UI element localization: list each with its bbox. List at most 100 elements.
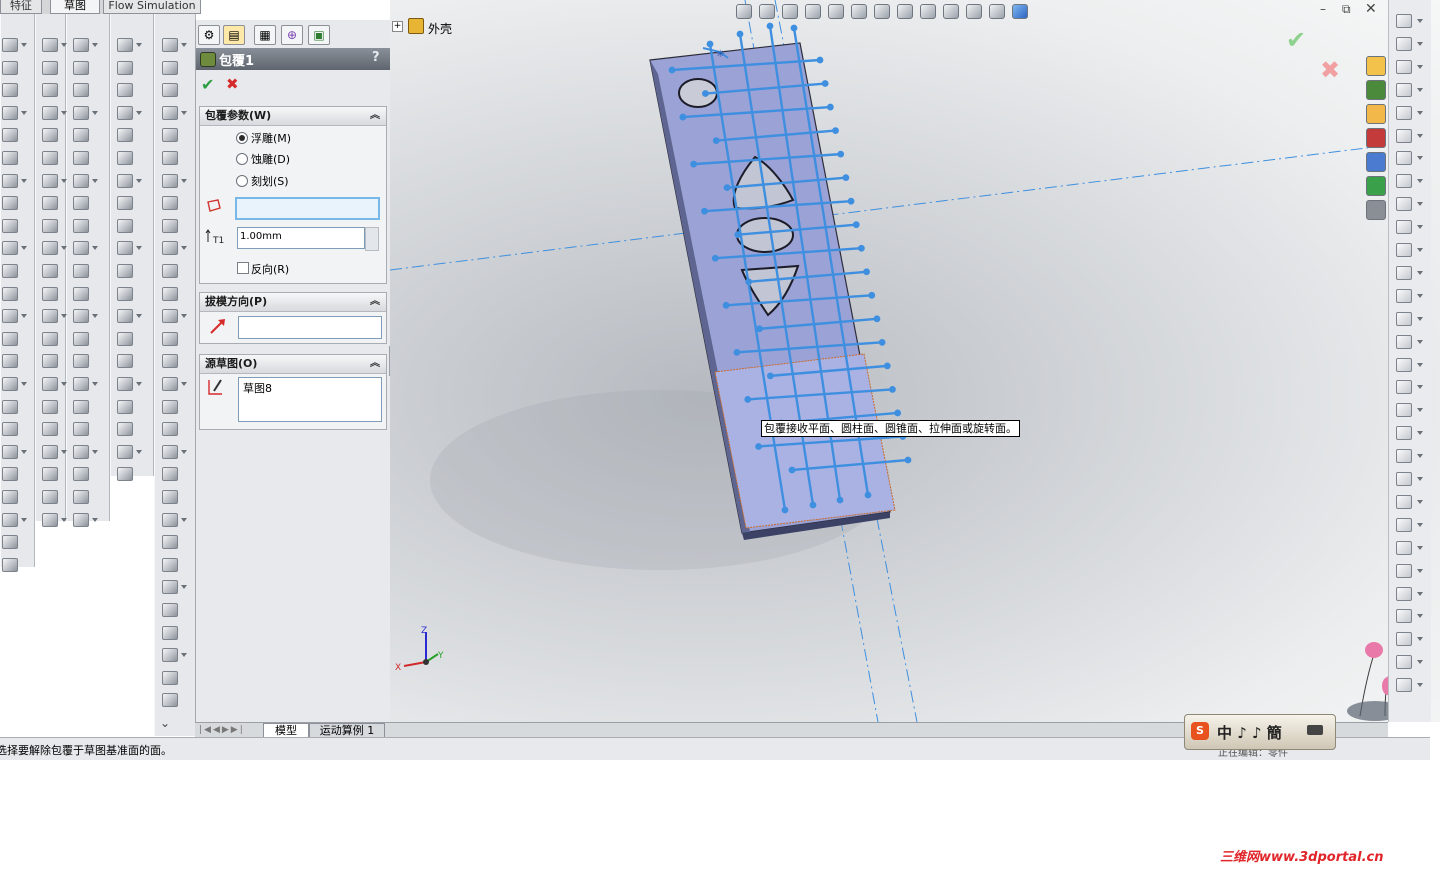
sketch-tool-icon[interactable] <box>1396 655 1412 670</box>
toolbar-tool-icon[interactable] <box>73 490 89 504</box>
sketch-tool-icon[interactable] <box>1396 82 1412 97</box>
dropdown-arrow-icon[interactable] <box>1417 156 1423 161</box>
toolbar-tool-icon[interactable] <box>73 264 89 278</box>
dropdown-arrow-icon[interactable] <box>21 178 27 183</box>
dropdown-arrow-icon[interactable] <box>1417 362 1423 367</box>
dropdown-arrow-icon[interactable] <box>181 653 187 658</box>
toolbar-tool-icon[interactable] <box>42 422 58 437</box>
toolbar-tool-icon[interactable] <box>117 218 133 233</box>
dropdown-arrow-icon[interactable] <box>136 449 142 454</box>
toolbar-tool-icon[interactable] <box>162 693 178 708</box>
dropdown-arrow-icon[interactable] <box>1417 179 1423 184</box>
view-tool-icon[interactable] <box>805 4 821 19</box>
toolbar-tool-icon[interactable] <box>162 467 178 482</box>
toolbar-tool-icon[interactable] <box>73 444 89 459</box>
toolbar-tool-icon[interactable] <box>2 83 18 98</box>
sketch-tool-icon[interactable] <box>1396 243 1412 257</box>
tab-sketch[interactable]: 草图 <box>50 0 100 14</box>
toolbar-tool-icon[interactable] <box>42 83 58 98</box>
dropdown-arrow-icon[interactable] <box>1417 225 1423 230</box>
scroll-down-icon[interactable]: ⌄ <box>160 716 170 730</box>
toolbar-tool-icon[interactable] <box>42 377 58 391</box>
sketch-tool-icon[interactable] <box>1396 59 1412 74</box>
toolbar-tool-icon[interactable] <box>73 60 89 75</box>
toolbar-tool-icon[interactable] <box>117 60 133 75</box>
dropdown-arrow-icon[interactable] <box>61 382 67 386</box>
toolbar-tool-icon[interactable] <box>2 377 18 391</box>
toolbar-tool-icon[interactable] <box>117 151 133 165</box>
toolbar-tool-icon[interactable] <box>117 83 133 98</box>
dropdown-arrow-icon[interactable] <box>1417 248 1423 252</box>
toolbar-tool-icon[interactable] <box>2 467 18 482</box>
view-tool-icon[interactable] <box>874 4 890 19</box>
task-pane-tab-icon[interactable] <box>1366 200 1386 220</box>
restore-icon[interactable]: ⧉ <box>1342 2 1351 17</box>
toolbar-tool-icon[interactable] <box>73 128 89 143</box>
dropdown-arrow-icon[interactable] <box>1417 568 1423 573</box>
toolbar-tool-icon[interactable] <box>117 128 133 143</box>
toolbar-tool-icon[interactable] <box>162 264 178 278</box>
dropdown-arrow-icon[interactable] <box>61 246 67 251</box>
group-header[interactable]: 源草图(O) ︽ <box>200 355 386 374</box>
toolbar-tool-icon[interactable] <box>117 264 133 278</box>
dropdown-arrow-icon[interactable] <box>1417 545 1423 550</box>
dropdown-arrow-icon[interactable] <box>181 43 187 47</box>
toolbar-tool-icon[interactable] <box>73 422 89 437</box>
toolbar-tool-icon[interactable] <box>162 603 178 617</box>
dropdown-arrow-icon[interactable] <box>181 382 187 386</box>
toolbar-tool-icon[interactable] <box>162 241 178 256</box>
face-selection-field[interactable] <box>235 197 380 220</box>
task-pane-tab-icon[interactable] <box>1366 56 1386 76</box>
group-header[interactable]: 包覆参数(W) ︽ <box>200 107 386 126</box>
task-pane-tab-icon[interactable] <box>1366 80 1386 100</box>
toolbar-tool-icon[interactable] <box>2 286 18 301</box>
toolbar-tool-icon[interactable] <box>2 557 18 572</box>
sketch-tool-icon[interactable] <box>1396 403 1412 418</box>
sketch-tool-icon[interactable] <box>1396 632 1412 647</box>
ok-button[interactable]: ✔ <box>201 75 214 94</box>
view-tool-icon[interactable] <box>920 4 936 19</box>
sketch-tool-icon[interactable] <box>1396 334 1412 349</box>
dropdown-arrow-icon[interactable] <box>136 246 142 251</box>
toolbar-tool-icon[interactable] <box>117 444 133 459</box>
dropdown-arrow-icon[interactable] <box>1417 660 1423 665</box>
dropdown-arrow-icon[interactable] <box>1417 637 1423 642</box>
toolbar-tool-icon[interactable] <box>73 512 89 527</box>
ime-mode-label[interactable]: 中 ♪ ♪ 簡 <box>1217 722 1282 743</box>
dropdown-arrow-icon[interactable] <box>1417 19 1423 23</box>
sketch-tool-icon[interactable] <box>1396 494 1412 509</box>
dropdown-arrow-icon[interactable] <box>92 246 98 251</box>
collapse-chevron-icon[interactable]: ︽ <box>370 107 380 125</box>
dimxpert-icon[interactable]: ⊕ <box>281 25 303 45</box>
toolbar-tool-icon[interactable] <box>117 105 133 120</box>
toolbar-tool-icon[interactable] <box>73 83 89 98</box>
toolbar-tool-icon[interactable] <box>42 309 58 324</box>
dropdown-arrow-icon[interactable] <box>21 382 27 386</box>
toolbar-tool-icon[interactable] <box>2 331 18 346</box>
sketch-tool-icon[interactable] <box>1396 174 1412 189</box>
sketch-tool-icon[interactable] <box>1396 472 1412 486</box>
toolbar-tool-icon[interactable] <box>162 490 178 504</box>
toolbar-tool-icon[interactable] <box>162 354 178 369</box>
toolbar-tool-icon[interactable] <box>117 309 133 324</box>
dropdown-arrow-icon[interactable] <box>136 314 142 319</box>
minimize-icon[interactable]: – <box>1320 2 1326 16</box>
dropdown-arrow-icon[interactable] <box>1417 408 1423 413</box>
toolbar-tool-icon[interactable] <box>42 467 58 482</box>
dropdown-arrow-icon[interactable] <box>61 314 67 319</box>
collapse-chevron-icon[interactable]: ︽ <box>370 355 380 373</box>
toolbar-tool-icon[interactable] <box>162 331 178 346</box>
view-tool-icon[interactable] <box>897 4 913 19</box>
toolbar-tool-icon[interactable] <box>117 377 133 391</box>
toolbar-tool-icon[interactable] <box>162 399 178 414</box>
dropdown-arrow-icon[interactable] <box>61 517 67 522</box>
sketch-tool-icon[interactable] <box>1396 517 1412 532</box>
dropdown-arrow-icon[interactable] <box>181 110 187 115</box>
thickness-input[interactable]: 1.00mm <box>237 227 365 249</box>
dropdown-arrow-icon[interactable] <box>136 110 142 115</box>
dropdown-arrow-icon[interactable] <box>92 178 98 183</box>
dropdown-arrow-icon[interactable] <box>1417 683 1423 688</box>
dropdown-arrow-icon[interactable] <box>21 246 27 251</box>
dropdown-arrow-icon[interactable] <box>21 110 27 115</box>
toolbar-tool-icon[interactable] <box>2 512 18 527</box>
